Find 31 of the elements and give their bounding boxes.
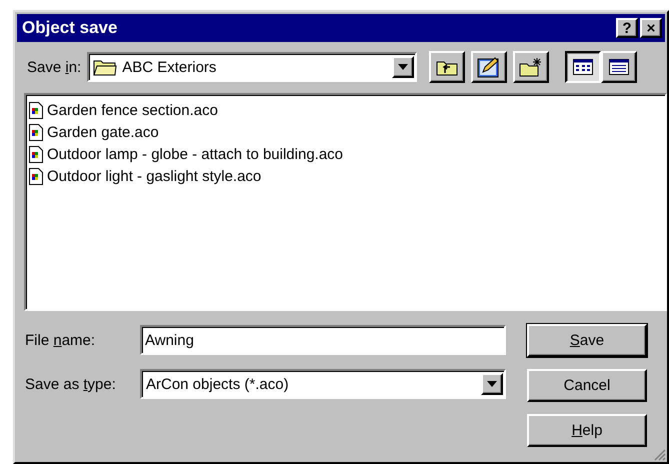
- save-in-dropdown[interactable]: ABC Exteriors: [87, 52, 418, 82]
- file-icon: [29, 124, 43, 140]
- file-name[interactable]: Outdoor light - gaslight style.aco: [47, 168, 262, 184]
- details-view-icon: [609, 59, 630, 75]
- dialog-button[interactable]: Help: [527, 414, 647, 447]
- folder-icon: [93, 58, 118, 76]
- close-button[interactable]: ×: [640, 18, 662, 38]
- save-as-type-label: Save as type:: [25, 376, 117, 392]
- save-in-label: Save in:: [27, 58, 82, 76]
- dialog-button[interactable]: Cancel: [527, 369, 647, 402]
- save-as-type-dropdown[interactable]: ArCon objects (*.aco): [140, 369, 506, 399]
- help-button[interactable]: ?: [616, 18, 638, 38]
- file-icon: [29, 146, 43, 162]
- file-icon: [29, 102, 43, 118]
- file-name[interactable]: Garden gate.aco: [47, 124, 159, 140]
- toolbar-button[interactable]: [429, 51, 466, 83]
- file-name[interactable]: Garden fence section.aco: [47, 102, 218, 118]
- file-name[interactable]: Outdoor lamp - globe - attach to building.aco: [47, 146, 344, 162]
- view-toggle-button[interactable]: [565, 51, 602, 83]
- file-icon: [29, 168, 43, 184]
- toolbar-button[interactable]: [513, 51, 550, 83]
- file-list[interactable]: Garden fence section.aco Garden gate.aco Outdoor lamp - globe - attach to building.aco Outdoor light - gaslight style.aco: [24, 93, 667, 311]
- pencil-card-icon: [477, 56, 502, 78]
- dialog-button[interactable]: Save: [527, 324, 647, 357]
- resize-grip-icon: [654, 449, 666, 461]
- window-title: Object save: [22, 18, 118, 38]
- list-view-icon: [573, 59, 594, 75]
- toolbar-button[interactable]: [471, 51, 508, 83]
- file-name-label: File name:: [25, 332, 96, 348]
- new-folder-icon: [519, 57, 544, 77]
- file-name-field[interactable]: Awning: [140, 325, 506, 355]
